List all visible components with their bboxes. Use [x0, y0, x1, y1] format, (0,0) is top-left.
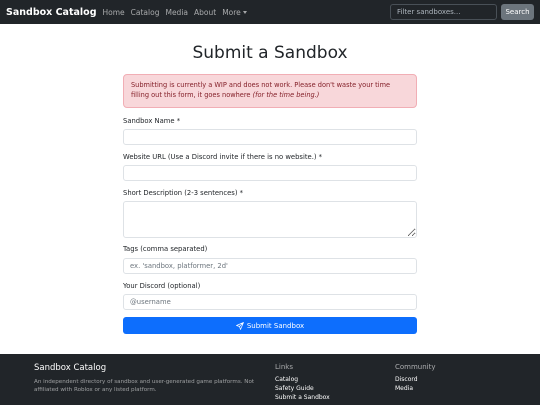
navbar: Sandbox Catalog Home Catalog Media About…: [0, 0, 540, 24]
nav-about[interactable]: About: [194, 8, 216, 17]
footer-links-heading: Links: [275, 363, 293, 371]
discord-label: Your Discord (optional): [123, 282, 201, 290]
sandbox-name-label: Sandbox Name *: [123, 117, 181, 125]
website-url-input[interactable]: [123, 165, 417, 181]
submit-sandbox-button[interactable]: Submit Sandbox: [123, 317, 417, 334]
footer-link-discord[interactable]: Discord: [395, 376, 418, 383]
nav-more-dropdown[interactable]: More: [222, 8, 247, 17]
wip-alert: Submitting is currently a WIP and does n…: [123, 74, 417, 108]
short-description-label: Short Description (2-3 sentences) *: [123, 189, 244, 197]
tags-input[interactable]: [123, 258, 417, 274]
tags-label: Tags (comma separated): [123, 245, 208, 253]
search-button[interactable]: Search: [501, 4, 534, 20]
nav-media[interactable]: Media: [165, 8, 188, 17]
caret-down-icon: [242, 10, 247, 14]
page-title: Submit a Sandbox: [192, 43, 348, 63]
footer: Sandbox Catalog An independent directory…: [0, 354, 540, 405]
send-icon: [235, 321, 244, 330]
footer-link-submit[interactable]: Submit a Sandbox: [275, 394, 330, 401]
website-url-label: Website URL (Use a Discord invite if the…: [123, 153, 323, 161]
submit-label: Submit Sandbox: [246, 321, 305, 330]
brand-link[interactable]: Sandbox Catalog: [6, 7, 97, 18]
search-input[interactable]: [390, 4, 497, 20]
short-description-textarea[interactable]: [123, 201, 417, 238]
nav-more-label: More: [222, 7, 241, 17]
footer-link-catalog[interactable]: Catalog: [275, 376, 298, 383]
alert-emphasis: (for the time being.): [252, 91, 320, 99]
nav-catalog[interactable]: Catalog: [131, 8, 160, 17]
footer-link-safety-guide[interactable]: Safety Guide: [275, 385, 314, 392]
footer-community-heading: Community: [395, 363, 436, 371]
sandbox-name-input[interactable]: [123, 129, 417, 145]
nav-home[interactable]: Home: [103, 8, 125, 17]
footer-link-media[interactable]: Media: [395, 385, 413, 392]
discord-input[interactable]: [123, 294, 417, 310]
footer-title: Sandbox Catalog: [34, 363, 107, 373]
footer-description: An independent directory of sandbox and …: [34, 379, 255, 393]
